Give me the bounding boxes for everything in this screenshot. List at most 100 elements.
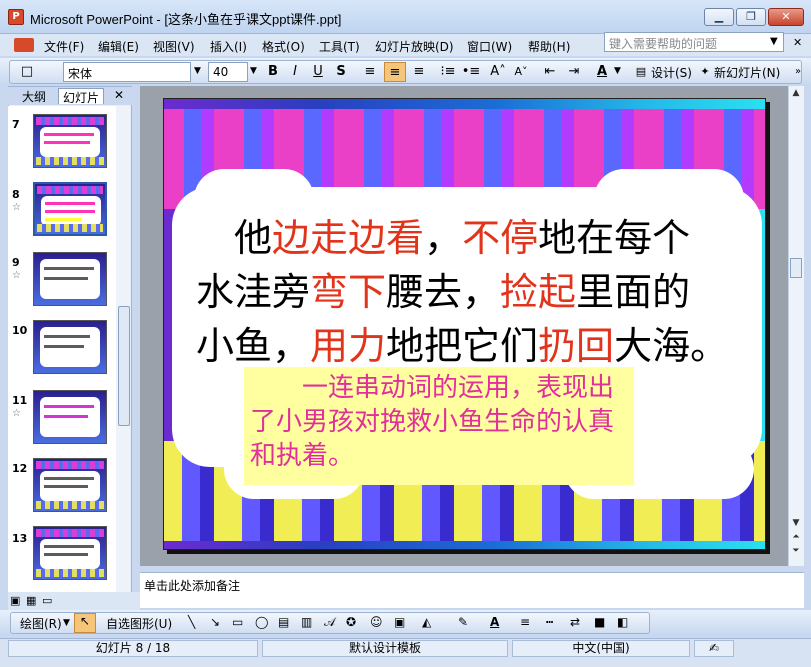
- next-slide-icon[interactable]: ⏷: [788, 546, 804, 560]
- design-button[interactable]: 设计(S): [651, 64, 692, 81]
- line-style-icon[interactable]: ≡: [520, 615, 530, 629]
- normal-view-icon[interactable]: ▣: [10, 594, 20, 607]
- slide-canvas[interactable]: 他边走边看，不停地在每个 水洼旁弯下腰去，捡起里面的 小鱼，用力地把它们扔回大海…: [163, 98, 766, 550]
- align-left-icon[interactable]: ≡: [360, 62, 380, 82]
- verb-highlight: 边走边看: [272, 216, 425, 260]
- font-color-icon[interactable]: A: [592, 62, 612, 82]
- italic-button[interactable]: I: [286, 62, 304, 82]
- shadow-button[interactable]: S: [332, 62, 350, 82]
- menu-edit[interactable]: 编辑(E): [98, 38, 139, 55]
- menu-window[interactable]: 窗口(W): [467, 38, 512, 55]
- draw-menu-button[interactable]: 绘图(R): [20, 615, 62, 632]
- new-document-icon[interactable]: □: [18, 62, 36, 82]
- numbering-icon[interactable]: ⁝≡: [438, 62, 458, 82]
- autoshapes-button[interactable]: 自选图形(U): [106, 615, 172, 632]
- vertical-textbox-icon[interactable]: ▥: [301, 615, 312, 629]
- wordart-icon[interactable]: 𝒜: [324, 615, 335, 630]
- font-size-select[interactable]: 40: [208, 62, 248, 82]
- slide-body-text[interactable]: 他边走边看，不停地在每个 水洼旁弯下腰去，捡起里面的 小鱼，用力地把它们扔回大海…: [196, 211, 756, 373]
- pane-close-icon[interactable]: ✕: [114, 88, 124, 102]
- document-icon[interactable]: [14, 38, 34, 52]
- oval-icon[interactable]: ◯: [255, 615, 268, 629]
- verb-highlight: 扔回: [538, 324, 615, 368]
- slide-number: 11: [12, 394, 28, 407]
- line-color-icon[interactable]: ✎: [458, 615, 468, 629]
- minimize-button[interactable]: ▁: [704, 8, 734, 26]
- decrease-font-icon[interactable]: A˅: [511, 62, 531, 82]
- increase-indent-icon[interactable]: ⇥: [564, 62, 584, 82]
- align-right-icon[interactable]: ≡: [409, 62, 429, 82]
- draw-dropdown-icon[interactable]: ▼: [63, 618, 70, 628]
- font-size-dropdown-icon[interactable]: ▼: [250, 66, 257, 76]
- scroll-down-icon[interactable]: ▼: [788, 518, 804, 532]
- font-name-select[interactable]: 宋体: [63, 62, 191, 82]
- slide-scrollbar[interactable]: [788, 86, 804, 566]
- select-arrow-icon[interactable]: ↖: [74, 613, 96, 633]
- verb-highlight: 弯下: [310, 270, 387, 314]
- new-slide-icon[interactable]: ✦: [698, 62, 712, 82]
- increase-font-icon[interactable]: A˄: [488, 62, 508, 82]
- fill-color-icon[interactable]: ◭: [422, 615, 431, 629]
- design-icon[interactable]: ▤: [634, 62, 648, 82]
- rectangle-icon[interactable]: ▭: [232, 615, 243, 629]
- slide-thumbnail-10[interactable]: [33, 320, 107, 374]
- font-name-dropdown-icon[interactable]: ▼: [194, 66, 201, 76]
- close-document-icon[interactable]: ✕: [793, 36, 802, 49]
- slide-thumbnail-12[interactable]: [33, 458, 107, 512]
- textbox-icon[interactable]: ▤: [278, 615, 289, 629]
- diagram-icon[interactable]: ✪: [346, 615, 356, 629]
- spelling-check-icon[interactable]: ✍: [694, 640, 734, 657]
- arrow-icon[interactable]: ↘: [210, 615, 220, 629]
- line-icon[interactable]: ╲: [188, 615, 195, 629]
- text-line-2: 水洼旁弯下腰去，捡起里面的: [196, 265, 756, 319]
- menu-insert[interactable]: 插入(I): [210, 38, 247, 55]
- help-search-input[interactable]: 键入需要帮助的问题: [604, 32, 784, 52]
- font-color-dropdown-icon[interactable]: ▼: [614, 66, 621, 76]
- font-color-draw-icon[interactable]: A: [490, 615, 499, 629]
- slide-scrollbar-thumb[interactable]: [790, 258, 802, 278]
- scroll-up-icon[interactable]: ▲: [788, 88, 804, 102]
- annotation-textbox[interactable]: 一连串动词的运用，表现出了小男孩对挽救小鱼生命的认真和执着。: [244, 367, 634, 485]
- slideshow-view-icon[interactable]: ▭: [42, 594, 52, 607]
- menu-view[interactable]: 视图(V): [153, 38, 195, 55]
- tab-outline[interactable]: 大纲: [18, 88, 50, 104]
- 3d-style-icon[interactable]: ◧: [617, 615, 628, 629]
- bold-button[interactable]: B: [264, 62, 282, 82]
- arrow-style-icon[interactable]: ⇄: [570, 615, 580, 629]
- menu-slideshow[interactable]: 幻灯片放映(D): [375, 38, 454, 55]
- tab-slides[interactable]: 幻灯片: [58, 88, 105, 105]
- text-run: 大海。: [614, 324, 729, 368]
- menu-format[interactable]: 格式(O): [262, 38, 305, 55]
- previous-slide-icon[interactable]: ⏶: [788, 532, 804, 546]
- menu-help[interactable]: 帮助(H): [528, 38, 570, 55]
- text-run: 水洼旁: [196, 270, 311, 314]
- status-language: 中文(中国): [512, 640, 690, 657]
- annotation-text: 一连串动词的运用，表现出了小男孩对挽救小鱼生命的认真和执着。: [250, 373, 615, 471]
- menu-file[interactable]: 文件(F): [44, 38, 84, 55]
- slide-thumbnail-9[interactable]: [33, 252, 107, 306]
- help-dropdown-icon[interactable]: ▼: [770, 36, 778, 47]
- bullets-icon[interactable]: •≡: [461, 62, 481, 82]
- align-center-icon[interactable]: ≡: [384, 62, 406, 82]
- slide-thumbnail-list: 7 8 ☆ 9 ☆ 10 11 ☆ 12 13: [8, 106, 116, 606]
- notes-placeholder[interactable]: 单击此处添加备注: [144, 577, 240, 594]
- restore-button[interactable]: ❐: [736, 8, 766, 26]
- picture-icon[interactable]: ▣: [394, 615, 405, 629]
- slide-thumbnail-7[interactable]: [33, 114, 107, 168]
- slide-thumbnail-8[interactable]: [32, 181, 108, 237]
- slide-thumbnail-11[interactable]: [33, 390, 107, 444]
- clipart-icon[interactable]: ☺: [370, 615, 383, 629]
- thumbnail-scrollbar-thumb[interactable]: [118, 306, 130, 426]
- decrease-indent-icon[interactable]: ⇤: [540, 62, 560, 82]
- underline-button[interactable]: U: [309, 62, 327, 82]
- dash-style-icon[interactable]: ┅: [546, 615, 553, 629]
- menu-tools[interactable]: 工具(T): [319, 38, 360, 55]
- slide-thumbnail-13[interactable]: [33, 526, 107, 580]
- toolbar-options-icon[interactable]: »: [793, 62, 803, 82]
- slide-sorter-icon[interactable]: ▦: [26, 594, 36, 607]
- new-slide-button[interactable]: 新幻灯片(N): [714, 64, 780, 81]
- shadow-style-icon[interactable]: ■: [594, 615, 605, 629]
- slide-number: 8: [12, 188, 20, 201]
- close-button[interactable]: ✕: [768, 8, 804, 26]
